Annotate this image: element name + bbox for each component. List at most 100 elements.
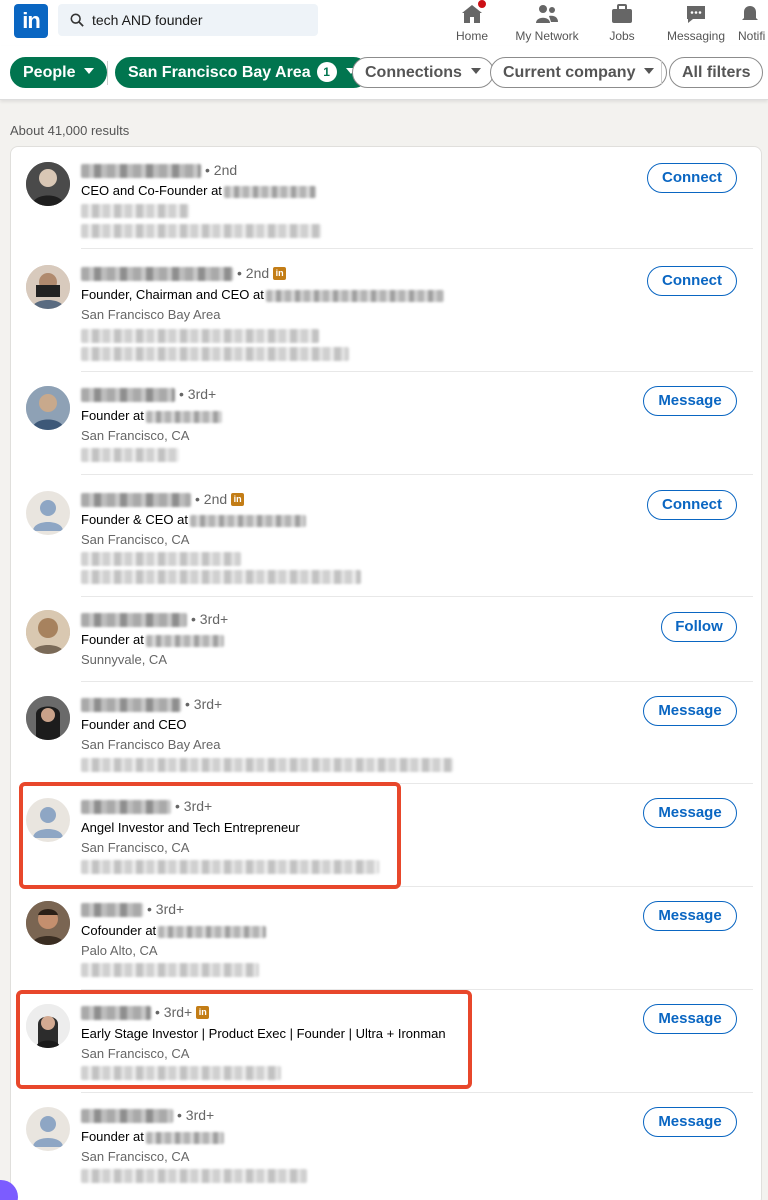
redacted-text xyxy=(81,1169,307,1183)
list-item[interactable]: • 3rd+ Founder and CEO San Francisco Bay… xyxy=(11,682,763,784)
connection-degree: • 3rd+ xyxy=(191,611,229,627)
connect-button[interactable]: Connect xyxy=(647,490,737,520)
connection-degree: • 3rd+ xyxy=(155,1004,193,1020)
avatar[interactable] xyxy=(26,798,70,842)
connection-degree: • 3rd+ xyxy=(175,798,213,814)
people-filter-label: People xyxy=(23,64,76,81)
person-name-line[interactable]: • 3rd+ xyxy=(81,386,216,404)
message-button[interactable]: Message xyxy=(643,696,737,726)
avatar[interactable] xyxy=(26,610,70,654)
redacted-text xyxy=(81,204,189,218)
person-name[interactable] xyxy=(81,1006,151,1021)
list-item[interactable]: • 2nd in Founder & CEO at San Francisco, … xyxy=(11,475,763,597)
person-location: San Francisco, CA xyxy=(81,532,190,547)
avatar[interactable] xyxy=(26,1004,70,1048)
person-name[interactable] xyxy=(81,493,191,508)
default-avatar-icon xyxy=(26,798,70,842)
current-company-filter-button[interactable]: Current company xyxy=(490,57,668,88)
list-item[interactable]: • 3rd+ Founder at Sunnyvale, CA Follow xyxy=(11,597,763,682)
chevron-down-icon xyxy=(470,67,481,74)
person-location: San Francisco, CA xyxy=(81,1046,190,1061)
person-name-line[interactable]: • 3rd+ xyxy=(81,798,212,816)
nav-jobs-label: Jobs xyxy=(609,29,635,43)
person-name-line[interactable]: • 2nd in xyxy=(81,265,287,283)
person-name[interactable] xyxy=(81,698,181,713)
person-location: San Francisco Bay Area xyxy=(81,307,221,322)
connect-button[interactable]: Connect xyxy=(647,163,737,193)
follow-button[interactable]: Follow xyxy=(661,612,737,642)
linkedin-logo-icon[interactable]: in xyxy=(14,4,48,38)
redacted-text xyxy=(81,860,379,874)
message-button[interactable]: Message xyxy=(643,901,737,931)
all-filters-button[interactable]: All filters xyxy=(669,57,764,88)
current-company-filter-label: Current company xyxy=(503,64,636,81)
list-item[interactable]: • 2nd CEO and Co-Founder at Connect xyxy=(11,147,763,249)
chevron-down-icon xyxy=(644,67,655,74)
nav-home[interactable]: Home xyxy=(452,0,492,43)
person-name[interactable] xyxy=(81,613,187,628)
person-name-line[interactable]: • 3rd+ xyxy=(81,901,184,919)
connection-degree: • 2nd xyxy=(195,491,228,507)
person-name-line[interactable]: • 3rd+ xyxy=(81,696,222,714)
avatar[interactable] xyxy=(26,162,70,206)
nav-messaging[interactable]: Messaging xyxy=(666,2,726,43)
person-headline: Founder & CEO at xyxy=(81,512,306,527)
person-name[interactable] xyxy=(81,1109,173,1124)
list-item[interactable]: • 3rd+ Cofounder at Palo Alto, CA Messag… xyxy=(11,887,763,990)
person-name[interactable] xyxy=(81,164,201,179)
nav-jobs[interactable]: Jobs xyxy=(600,2,644,43)
person-headline: Early Stage Investor | Product Exec | Fo… xyxy=(81,1026,446,1041)
message-button[interactable]: Message xyxy=(643,386,737,416)
person-name[interactable] xyxy=(81,800,171,815)
list-item[interactable]: • 3rd+ Founder at San Francisco, CA Mess… xyxy=(11,372,763,475)
person-name-line[interactable]: • 3rd+ in xyxy=(81,1004,210,1022)
default-avatar-icon xyxy=(26,491,70,535)
nav-home-label: Home xyxy=(455,29,488,43)
people-filter-button[interactable]: People xyxy=(10,57,108,88)
nav-my-network-label: My Network xyxy=(515,29,579,43)
list-item[interactable]: • 2nd in Founder, Chairman and CEO at San… xyxy=(11,249,763,372)
message-button[interactable]: Message xyxy=(643,1107,737,1137)
redacted-text xyxy=(81,1066,281,1080)
person-name[interactable] xyxy=(81,267,233,282)
nav-notifications[interactable]: Notifi xyxy=(738,2,768,43)
avatar[interactable] xyxy=(26,386,70,430)
redacted-text xyxy=(81,329,319,343)
person-name-line[interactable]: • 2nd xyxy=(81,162,237,180)
person-headline: Founder at xyxy=(81,632,224,647)
connections-filter-button[interactable]: Connections xyxy=(352,57,494,88)
person-location: Sunnyvale, CA xyxy=(81,652,167,667)
list-item[interactable]: • 3rd+ in Early Stage Investor | Product … xyxy=(11,990,763,1093)
person-headline: Founder at xyxy=(81,408,222,423)
avatar[interactable] xyxy=(26,901,70,945)
avatar[interactable] xyxy=(26,491,70,535)
avatar[interactable] xyxy=(26,1107,70,1151)
person-name-line[interactable]: • 3rd+ xyxy=(81,1107,214,1125)
message-button[interactable]: Message xyxy=(643,798,737,828)
person-name[interactable] xyxy=(81,903,143,918)
nav-notifications-label: Notifi xyxy=(738,29,766,43)
nav-my-network[interactable]: My Network xyxy=(512,2,582,43)
connections-filter-label: Connections xyxy=(365,64,462,81)
bell-icon xyxy=(738,2,762,26)
message-button[interactable]: Message xyxy=(643,1004,737,1034)
avatar[interactable] xyxy=(26,696,70,740)
search-input[interactable]: tech AND founder xyxy=(58,4,318,36)
person-headline: Founder and CEO xyxy=(81,717,187,732)
person-name-line[interactable]: • 3rd+ xyxy=(81,611,228,629)
person-headline: Cofounder at xyxy=(81,923,267,938)
home-icon xyxy=(460,0,488,26)
linkedin-premium-icon: in xyxy=(196,1005,210,1019)
list-item[interactable]: • 3rd+ Founder at San Francisco, CA Mess… xyxy=(11,1093,763,1196)
connect-button[interactable]: Connect xyxy=(647,266,737,296)
list-item[interactable]: • 3rd+ Angel Investor and Tech Entrepren… xyxy=(11,784,763,887)
connection-degree: • 2nd xyxy=(205,162,238,178)
location-filter-label: San Francisco Bay Area xyxy=(128,64,311,81)
linkedin-premium-icon: in xyxy=(231,492,245,506)
filter-divider xyxy=(107,61,108,85)
person-name[interactable] xyxy=(81,388,175,403)
avatar[interactable] xyxy=(26,265,70,309)
person-name-line[interactable]: • 2nd in xyxy=(81,491,245,509)
notification-dot xyxy=(476,0,488,10)
location-filter-button[interactable]: San Francisco Bay Area 1 xyxy=(115,57,369,88)
